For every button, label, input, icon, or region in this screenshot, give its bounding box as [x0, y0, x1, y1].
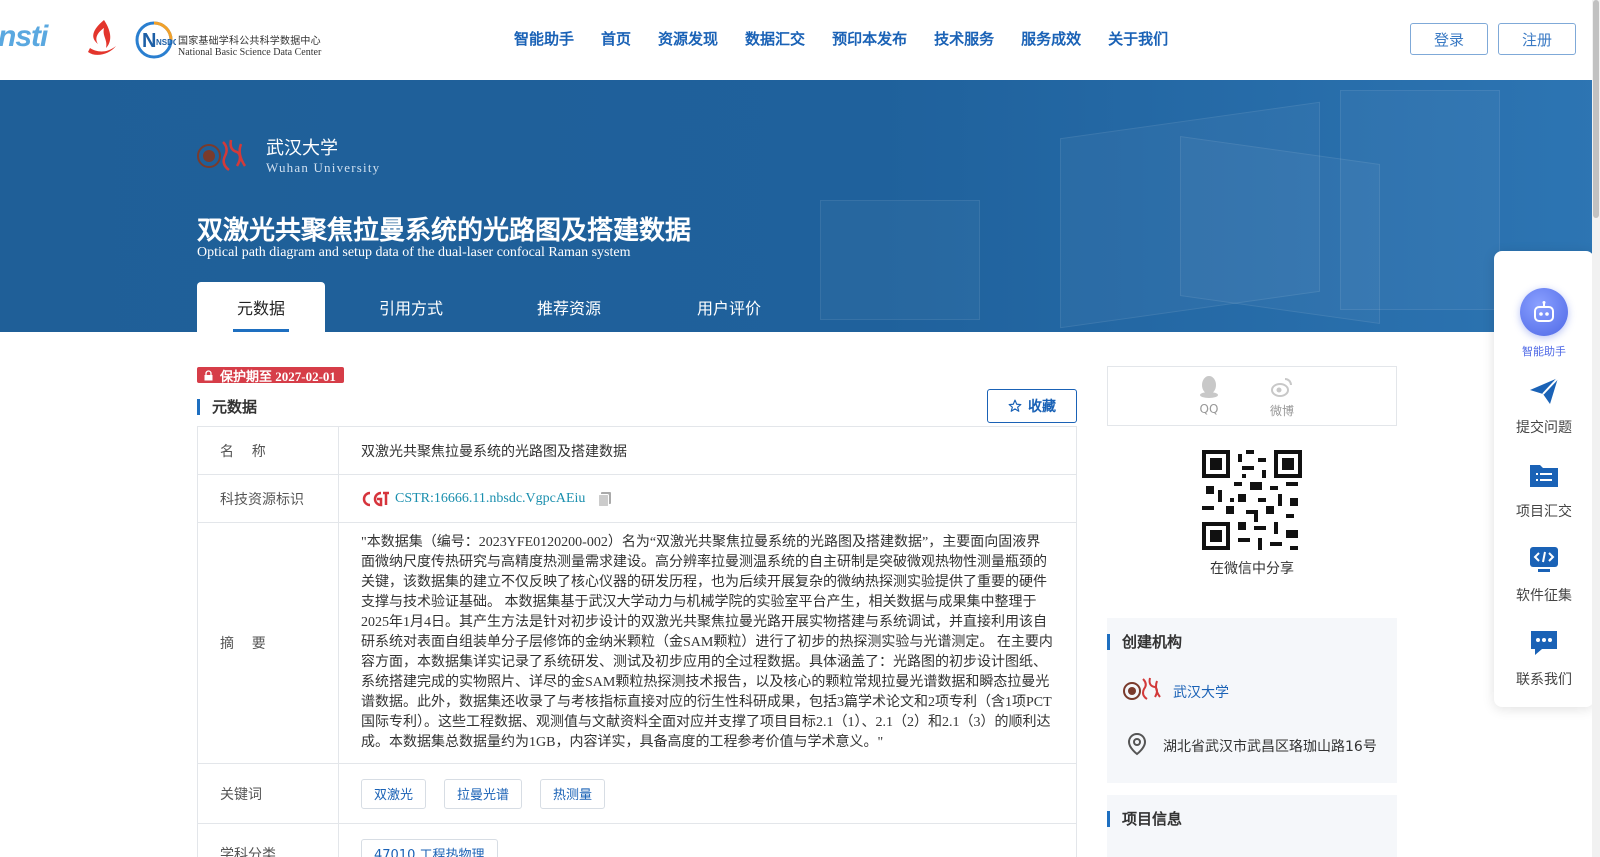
code-icon: [1530, 547, 1558, 572]
table-row: 摘 要 "本数据集（编号：2023YFE0120200-002）名为“双激光共聚…: [198, 523, 1076, 764]
creator-org-title: 创建机构: [1107, 631, 1182, 652]
nsdc-name-cn: 国家基础学科公共科学数据中心: [178, 36, 321, 47]
share-qq-button[interactable]: QQ: [1198, 375, 1220, 416]
page-scrollbar[interactable]: [1592, 0, 1600, 857]
contact-us-label: 联系我们: [1516, 672, 1572, 688]
favorite-button[interactable]: 收藏: [987, 389, 1077, 423]
keyword-tag[interactable]: 双激光: [361, 778, 427, 809]
star-icon: [1008, 399, 1022, 412]
paper-plane-icon: [1530, 377, 1559, 404]
nsdc-name: 国家基础学科公共科学数据中心 National Basic Science Da…: [178, 32, 321, 58]
keyword-tag[interactable]: 拉曼光谱: [444, 778, 523, 809]
nsdc-name-en: National Basic Science Data Center: [178, 47, 322, 58]
register-button[interactable]: 注册: [1498, 23, 1576, 55]
dataset-title-en: Optical path diagram and setup data of t…: [197, 245, 631, 260]
top-header: nsti N NSDC 国家基础学科公共科学数据中心 National Basi…: [0, 0, 1600, 80]
table-row: 名 称 双激光共聚焦拉曼系统的光路图及搭建数据: [198, 427, 1076, 475]
login-button[interactable]: 登录: [1410, 23, 1488, 55]
copy-icon[interactable]: [597, 491, 613, 507]
creator-org-card: 创建机构 武汉大学 湖北省武汉市武昌区珞珈山路16号: [1107, 618, 1397, 783]
flame-logo[interactable]: [82, 18, 122, 58]
project-info-title: 项目信息: [1107, 808, 1182, 829]
main-nav: 智能助手 首页 资源发现 数据汇交 预印本发布 技术服务 服务成效 关于我们: [514, 28, 1195, 49]
svg-text:N: N: [142, 30, 156, 52]
institution-name-cn[interactable]: 武汉大学: [266, 134, 338, 160]
project-submit-label: 项目汇交: [1516, 504, 1572, 520]
nav-tech-service[interactable]: 技术服务: [934, 28, 994, 49]
project-submit-button[interactable]: 项目汇交: [1494, 459, 1594, 521]
chat-icon: [1531, 631, 1557, 655]
submit-question-button[interactable]: 提交问题: [1494, 375, 1594, 437]
share-weibo-button[interactable]: 微博: [1270, 375, 1294, 419]
nav-results[interactable]: 服务成效: [1021, 28, 1081, 49]
row-value-name: 双激光共聚焦拉曼系统的光路图及搭建数据: [361, 444, 627, 460]
lock-icon: [204, 369, 213, 380]
nav-home[interactable]: 首页: [601, 28, 631, 49]
contact-us-button[interactable]: 联系我们: [1494, 627, 1594, 689]
banner-decoration: [1340, 90, 1500, 310]
dataset-tabs: 元数据 引用方式 推荐资源 用户评价: [197, 282, 817, 332]
row-key-abstract: 摘 要: [198, 523, 339, 763]
software-collect-label: 软件征集: [1516, 588, 1572, 604]
share-qq-label: QQ: [1199, 402, 1219, 416]
keyword-tag[interactable]: 热测量: [540, 778, 606, 809]
software-collect-button[interactable]: 软件征集: [1494, 543, 1594, 605]
nav-preprint[interactable]: 预印本发布: [832, 28, 907, 49]
weibo-icon: [1271, 378, 1292, 397]
abstract-text: "本数据集（编号：2023YFE0120200-002）名为“双激光共聚焦拉曼系…: [361, 535, 1053, 750]
table-row: 科技资源标识 CSTR:16666.11.nbsdc.VgpcAEiu: [198, 475, 1076, 523]
qr-caption: 在微信中分享: [1210, 561, 1294, 577]
tab-metadata[interactable]: 元数据: [197, 282, 325, 332]
share-panel: QQ 微博: [1107, 366, 1397, 426]
table-row: 关键词 双激光 拉曼光谱 热测量: [198, 764, 1076, 824]
dataset-banner: 武汉大学 Wuhan University 双激光共聚焦拉曼系统的光路图及搭建数…: [0, 80, 1600, 332]
table-row: 学科分类 47010 工程热物理: [198, 824, 1076, 857]
wuhan-university-logo: [197, 139, 247, 171]
assistant-label: 智能助手: [1522, 345, 1566, 358]
row-key-keywords: 关键词: [198, 764, 339, 823]
org-address: 湖北省武汉市武昌区珞珈山路16号: [1163, 739, 1377, 755]
nsti-logo[interactable]: nsti: [0, 20, 48, 54]
favorite-label: 收藏: [1028, 399, 1056, 415]
row-key-name: 名 称: [198, 427, 339, 474]
row-value-subject: 47010 工程热物理: [339, 824, 1076, 857]
robot-icon: [1534, 301, 1554, 322]
row-value-keywords: 双激光 拉曼光谱 热测量: [339, 764, 1076, 823]
wechat-qr-code: [1202, 450, 1302, 550]
metadata-section-title: 元数据: [197, 396, 257, 417]
floating-toolbar: 智能助手 提交问题 项目汇交 软件征集 联系我们: [1494, 251, 1594, 707]
row-value-abstract: "本数据集（编号：2023YFE0120200-002）名为“双激光共聚焦拉曼系…: [339, 523, 1076, 763]
tab-recommended[interactable]: 推荐资源: [497, 282, 641, 332]
project-info-card: 项目信息: [1107, 795, 1397, 857]
folder-list-icon: [1530, 465, 1558, 487]
nav-data-submit[interactable]: 数据汇交: [745, 28, 805, 49]
nav-about[interactable]: 关于我们: [1108, 28, 1168, 49]
org-logo: [1123, 677, 1161, 700]
protection-badge: 保护期至 2027-02-01: [197, 367, 344, 384]
cstr-logo-icon: [362, 491, 389, 506]
row-key-subject: 学科分类: [198, 824, 339, 857]
assistant-button[interactable]: [1520, 288, 1568, 336]
org-name-link[interactable]: 武汉大学: [1173, 682, 1229, 702]
submit-question-label: 提交问题: [1516, 420, 1572, 436]
qq-icon: [1200, 376, 1218, 398]
institution-name-en: Wuhan University: [266, 160, 381, 175]
metadata-table: 名 称 双激光共聚焦拉曼系统的光路图及搭建数据 科技资源标识 CSTR:1666…: [197, 426, 1077, 857]
protection-text: 保护期至 2027-02-01: [220, 368, 336, 384]
subject-tag[interactable]: 47010 工程热物理: [361, 838, 498, 857]
nsdc-logo[interactable]: N NSDC: [134, 20, 176, 60]
nav-discover[interactable]: 资源发现: [658, 28, 718, 49]
location-pin-icon: [1127, 732, 1147, 756]
cstr-link[interactable]: CSTR:16666.11.nbsdc.VgpcAEiu: [395, 491, 585, 507]
share-weibo-label: 微博: [1270, 404, 1295, 418]
scrollbar-thumb[interactable]: [1593, 0, 1599, 218]
svg-text:NSDC: NSDC: [156, 38, 176, 47]
nav-assistant[interactable]: 智能助手: [514, 28, 574, 49]
row-key-id: 科技资源标识: [198, 475, 339, 522]
tab-reviews[interactable]: 用户评价: [641, 282, 817, 332]
dataset-title-cn: 双激光共聚焦拉曼系统的光路图及搭建数据: [197, 216, 692, 246]
tab-citation[interactable]: 引用方式: [325, 282, 497, 332]
row-value-id: CSTR:16666.11.nbsdc.VgpcAEiu: [339, 475, 1076, 522]
banner-decoration: [820, 200, 980, 320]
